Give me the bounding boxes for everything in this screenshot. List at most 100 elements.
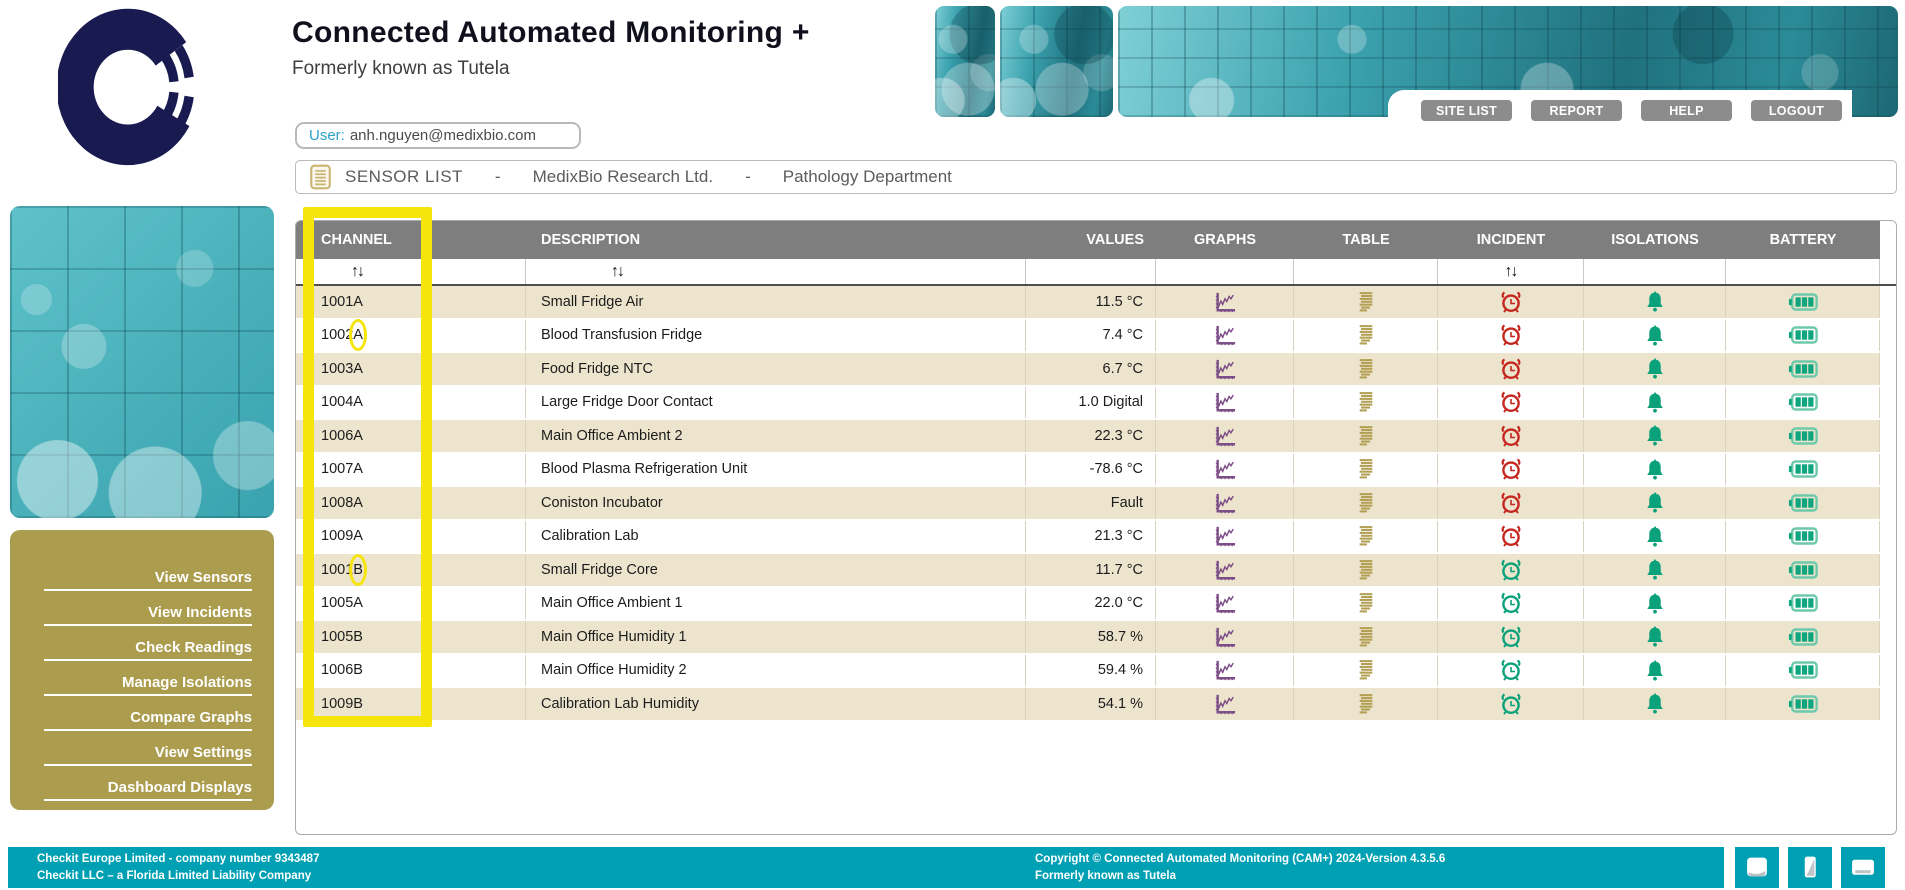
- readings-table-cell[interactable]: [1294, 353, 1438, 385]
- graph-icon: [1214, 358, 1236, 380]
- page-title: Connected Automated Monitoring +: [292, 16, 810, 50]
- battery-icon: [1788, 526, 1818, 546]
- table-row: 1009B Calibration Lab Humidity 54.1 %: [296, 688, 1896, 722]
- sort-toggle-icon[interactable]: ↑↓: [1505, 264, 1517, 280]
- alarm-clock-icon: [1499, 658, 1523, 682]
- readings-table-cell[interactable]: [1294, 454, 1438, 486]
- footer-company-line2: Checkit LLC – a Florida Limited Liabilit…: [37, 868, 319, 885]
- sensor-table: CHANNELDESCRIPTIONVALUESGRAPHSTABLEINCID…: [295, 220, 1897, 835]
- incident-cell[interactable]: [1438, 621, 1584, 653]
- graphs-cell[interactable]: [1156, 387, 1294, 419]
- sidebar-item-check-readings[interactable]: Check Readings: [44, 626, 252, 661]
- isolations-cell[interactable]: [1584, 521, 1726, 553]
- alarm-clock-icon: [1499, 591, 1523, 615]
- nav-button-logout[interactable]: LOGOUT: [1751, 100, 1842, 121]
- isolations-cell[interactable]: [1584, 487, 1726, 519]
- nav-button-report[interactable]: REPORT: [1531, 100, 1622, 121]
- readings-table-cell[interactable]: [1294, 286, 1438, 318]
- isolations-cell[interactable]: [1584, 286, 1726, 318]
- readings-table-cell[interactable]: [1294, 554, 1438, 586]
- readings-table-cell[interactable]: [1294, 387, 1438, 419]
- readings-table-cell[interactable]: [1294, 621, 1438, 653]
- sidebar-item-dashboard-displays[interactable]: Dashboard Displays: [44, 766, 252, 801]
- isolations-cell[interactable]: [1584, 621, 1726, 653]
- sidebar-item-view-settings[interactable]: View Settings: [44, 731, 252, 766]
- incident-cell[interactable]: [1438, 688, 1584, 720]
- graphs-cell[interactable]: [1156, 688, 1294, 720]
- table-row: 1001B Small Fridge Core 11.7 °C: [296, 554, 1896, 588]
- incident-cell[interactable]: [1438, 420, 1584, 452]
- graphs-cell[interactable]: [1156, 286, 1294, 318]
- isolations-cell[interactable]: [1584, 688, 1726, 720]
- value-cell: 54.1 %: [1026, 688, 1156, 720]
- bell-icon: [1645, 592, 1665, 615]
- alarm-clock-icon: [1499, 424, 1523, 448]
- table-icon: [1357, 626, 1375, 648]
- readings-table-cell[interactable]: [1294, 688, 1438, 720]
- isolations-cell[interactable]: [1584, 454, 1726, 486]
- graphs-cell[interactable]: [1156, 487, 1294, 519]
- sort-toggle-icon[interactable]: ↑↓: [351, 264, 363, 280]
- sidebar-item-compare-graphs[interactable]: Compare Graphs: [44, 696, 252, 731]
- sort-cell-battery: [1726, 259, 1880, 284]
- graphs-cell[interactable]: [1156, 554, 1294, 586]
- graphs-cell[interactable]: [1156, 521, 1294, 553]
- graphs-cell[interactable]: [1156, 420, 1294, 452]
- bell-icon: [1645, 625, 1665, 648]
- bell-icon: [1645, 391, 1665, 414]
- banner-image-small: [935, 6, 995, 117]
- tablet-display-button[interactable]: [1841, 847, 1885, 888]
- sidebar-item-view-sensors[interactable]: View Sensors: [44, 556, 252, 591]
- incident-cell[interactable]: [1438, 655, 1584, 687]
- readings-table-cell[interactable]: [1294, 420, 1438, 452]
- graphs-cell[interactable]: [1156, 621, 1294, 653]
- row-gutter: [1880, 454, 1896, 486]
- incident-cell[interactable]: [1438, 554, 1584, 586]
- column-header-channel: CHANNEL: [296, 221, 526, 259]
- table-row: 1002A Blood Transfusion Fridge 7.4 °C: [296, 320, 1896, 354]
- description-cell: Small Fridge Core: [526, 554, 1026, 586]
- value-cell: 11.7 °C: [1026, 554, 1156, 586]
- desktop-display-button[interactable]: [1735, 847, 1779, 888]
- incident-cell[interactable]: [1438, 387, 1584, 419]
- readings-table-cell[interactable]: [1294, 487, 1438, 519]
- incident-cell[interactable]: [1438, 353, 1584, 385]
- incident-cell[interactable]: [1438, 487, 1584, 519]
- isolations-cell[interactable]: [1584, 387, 1726, 419]
- table-row: 1001A Small Fridge Air 11.5 °C: [296, 286, 1896, 320]
- graph-icon: [1214, 626, 1236, 648]
- nav-button-site-list[interactable]: SITE LIST: [1421, 100, 1512, 121]
- mobile-display-button[interactable]: [1788, 847, 1832, 888]
- incident-cell[interactable]: [1438, 320, 1584, 352]
- isolations-cell[interactable]: [1584, 655, 1726, 687]
- graphs-cell[interactable]: [1156, 454, 1294, 486]
- isolations-cell[interactable]: [1584, 588, 1726, 620]
- nav-button-help[interactable]: HELP: [1641, 100, 1732, 121]
- incident-cell[interactable]: [1438, 521, 1584, 553]
- readings-table-cell[interactable]: [1294, 521, 1438, 553]
- value-cell: -78.6 °C: [1026, 454, 1156, 486]
- bell-icon: [1645, 659, 1665, 682]
- isolations-cell[interactable]: [1584, 554, 1726, 586]
- graphs-cell[interactable]: [1156, 655, 1294, 687]
- sort-cell-values: [1026, 259, 1156, 284]
- readings-table-cell[interactable]: [1294, 320, 1438, 352]
- isolations-cell[interactable]: [1584, 420, 1726, 452]
- channel-cell: 1004A: [296, 387, 526, 419]
- battery-cell: [1726, 621, 1880, 653]
- incident-cell[interactable]: [1438, 454, 1584, 486]
- channel-cell: 1006A: [296, 420, 526, 452]
- graphs-cell[interactable]: [1156, 588, 1294, 620]
- isolations-cell[interactable]: [1584, 353, 1726, 385]
- readings-table-cell[interactable]: [1294, 588, 1438, 620]
- sidebar-item-view-incidents[interactable]: View Incidents: [44, 591, 252, 626]
- sort-toggle-icon[interactable]: ↑↓: [611, 264, 623, 280]
- incident-cell[interactable]: [1438, 588, 1584, 620]
- graphs-cell[interactable]: [1156, 320, 1294, 352]
- incident-cell[interactable]: [1438, 286, 1584, 318]
- sidebar-item-manage-isolations[interactable]: Manage Isolations: [44, 661, 252, 696]
- sort-cell-isolations: [1584, 259, 1726, 284]
- graphs-cell[interactable]: [1156, 353, 1294, 385]
- isolations-cell[interactable]: [1584, 320, 1726, 352]
- readings-table-cell[interactable]: [1294, 655, 1438, 687]
